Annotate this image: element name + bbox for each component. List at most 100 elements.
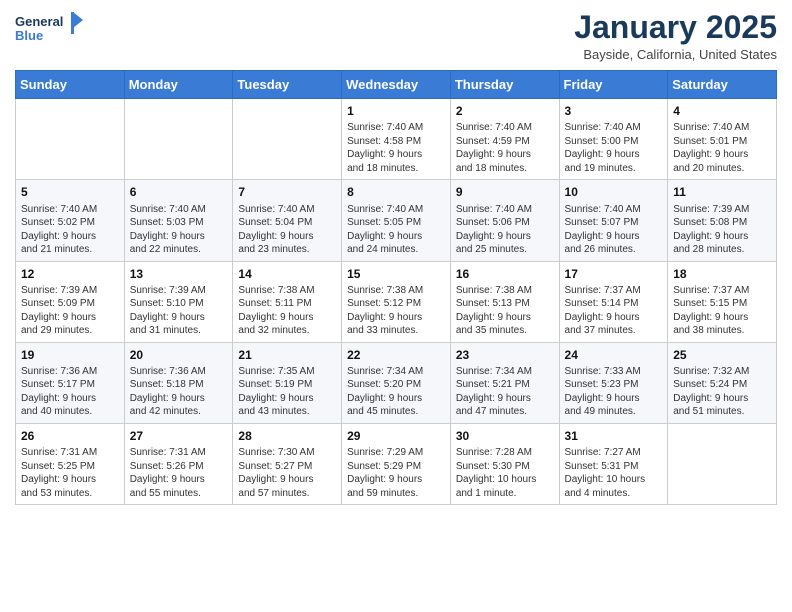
day-info: Sunrise: 7:34 AM Sunset: 5:21 PM Dayligh… <box>456 365 554 419</box>
week-row-2: 5Sunrise: 7:40 AM Sunset: 5:02 PM Daylig… <box>16 180 777 261</box>
week-row-4: 19Sunrise: 7:36 AM Sunset: 5:17 PM Dayli… <box>16 342 777 423</box>
day-info: Sunrise: 7:40 AM Sunset: 5:03 PM Dayligh… <box>130 203 228 257</box>
calendar-cell: 12 Sunrise: 7:39 AM Sunset: 5:09 PM Dayli… <box>16 261 125 342</box>
day-number: 5 <box>21 184 119 200</box>
day-number: 14 <box>238 266 336 282</box>
day-number: 11 <box>673 184 771 200</box>
day-number: 9 <box>456 184 554 200</box>
calendar-cell: 13Sunrise: 7:39 AM Sunset: 5:10 PM Dayli… <box>124 261 233 342</box>
calendar-cell: 1 Sunrise: 7:40 AM Sunset: 4:58 PM Daylig… <box>342 99 451 180</box>
calendar-cell: 9 Sunrise: 7:40 AM Sunset: 5:06 PM Daylig… <box>450 180 559 261</box>
day-number: 6 <box>130 184 228 200</box>
calendar-cell: 8Sunrise: 7:40 AM Sunset: 5:05 PM Daylig… <box>342 180 451 261</box>
day-info: Sunrise: 7:30 AM Sunset: 5:27 PM Dayligh… <box>238 446 336 500</box>
calendar-cell: 3Sunrise: 7:40 AM Sunset: 5:00 PM Daylig… <box>559 99 668 180</box>
weekday-header-thursday: Thursday <box>450 71 559 99</box>
calendar-cell: 6 Sunrise: 7:40 AM Sunset: 5:03 PM Daylig… <box>124 180 233 261</box>
day-info: Sunrise: 7:28 AM Sunset: 5:30 PM Dayligh… <box>456 446 554 500</box>
svg-text:General: General <box>15 14 63 29</box>
day-info: Sunrise: 7:38 AM Sunset: 5:13 PM Dayligh… <box>456 284 554 338</box>
page: General Blue January 2025 Bayside, Calif… <box>0 0 792 612</box>
calendar-cell: 17Sunrise: 7:37 AM Sunset: 5:14 PM Dayli… <box>559 261 668 342</box>
day-number: 30 <box>456 428 554 444</box>
calendar-cell: 25 Sunrise: 7:32 AM Sunset: 5:24 PM Dayli… <box>668 342 777 423</box>
calendar-cell <box>124 99 233 180</box>
weekday-header-sunday: Sunday <box>16 71 125 99</box>
day-info: Sunrise: 7:37 AM Sunset: 5:15 PM Dayligh… <box>673 284 771 338</box>
calendar-cell: 23 Sunrise: 7:34 AM Sunset: 5:21 PM Dayli… <box>450 342 559 423</box>
calendar-cell: 21 Sunrise: 7:35 AM Sunset: 5:19 PM Dayli… <box>233 342 342 423</box>
day-number: 10 <box>565 184 663 200</box>
day-info: Sunrise: 7:37 AM Sunset: 5:14 PM Dayligh… <box>565 284 663 338</box>
day-info: Sunrise: 7:33 AM Sunset: 5:23 PM Dayligh… <box>565 365 663 419</box>
weekday-header-friday: Friday <box>559 71 668 99</box>
week-row-1: 1 Sunrise: 7:40 AM Sunset: 4:58 PM Daylig… <box>16 99 777 180</box>
calendar-cell: 7 Sunrise: 7:40 AM Sunset: 5:04 PM Daylig… <box>233 180 342 261</box>
day-number: 20 <box>130 347 228 363</box>
day-info: Sunrise: 7:27 AM Sunset: 5:31 PM Dayligh… <box>565 446 663 500</box>
day-number: 23 <box>456 347 554 363</box>
calendar-cell: 5Sunrise: 7:40 AM Sunset: 5:02 PM Daylig… <box>16 180 125 261</box>
day-number: 22 <box>347 347 445 363</box>
day-info: Sunrise: 7:40 AM Sunset: 5:06 PM Dayligh… <box>456 203 554 257</box>
calendar-cell <box>233 99 342 180</box>
logo: General Blue <box>15 10 85 46</box>
weekday-header-saturday: Saturday <box>668 71 777 99</box>
calendar-cell: 26 Sunrise: 7:31 AM Sunset: 5:25 PM Dayli… <box>16 423 125 504</box>
day-number: 26 <box>21 428 119 444</box>
calendar-cell: 22 Sunrise: 7:34 AM Sunset: 5:20 PM Dayli… <box>342 342 451 423</box>
day-info: Sunrise: 7:31 AM Sunset: 5:26 PM Dayligh… <box>130 446 228 500</box>
day-number: 21 <box>238 347 336 363</box>
calendar-cell: 10 Sunrise: 7:40 AM Sunset: 5:07 PM Dayli… <box>559 180 668 261</box>
calendar-cell: 4Sunrise: 7:40 AM Sunset: 5:01 PM Daylig… <box>668 99 777 180</box>
day-info: Sunrise: 7:32 AM Sunset: 5:24 PM Dayligh… <box>673 365 771 419</box>
header: General Blue January 2025 Bayside, Calif… <box>15 10 777 62</box>
calendar-cell: 2Sunrise: 7:40 AM Sunset: 4:59 PM Daylig… <box>450 99 559 180</box>
day-number: 4 <box>673 103 771 119</box>
day-number: 16 <box>456 266 554 282</box>
calendar-cell: 14Sunrise: 7:38 AM Sunset: 5:11 PM Dayli… <box>233 261 342 342</box>
calendar-cell: 20 Sunrise: 7:36 AM Sunset: 5:18 PM Dayli… <box>124 342 233 423</box>
day-info: Sunrise: 7:29 AM Sunset: 5:29 PM Dayligh… <box>347 446 445 500</box>
day-number: 25 <box>673 347 771 363</box>
day-info: Sunrise: 7:34 AM Sunset: 5:20 PM Dayligh… <box>347 365 445 419</box>
calendar-cell: 28 Sunrise: 7:30 AM Sunset: 5:27 PM Dayli… <box>233 423 342 504</box>
day-info: Sunrise: 7:31 AM Sunset: 5:25 PM Dayligh… <box>21 446 119 500</box>
calendar-cell: 24 Sunrise: 7:33 AM Sunset: 5:23 PM Dayli… <box>559 342 668 423</box>
week-row-3: 12 Sunrise: 7:39 AM Sunset: 5:09 PM Dayli… <box>16 261 777 342</box>
day-number: 31 <box>565 428 663 444</box>
day-info: Sunrise: 7:40 AM Sunset: 5:04 PM Dayligh… <box>238 203 336 257</box>
day-number: 8 <box>347 184 445 200</box>
calendar-cell: 27Sunrise: 7:31 AM Sunset: 5:26 PM Dayli… <box>124 423 233 504</box>
title-block: January 2025 Bayside, California, United… <box>574 10 777 62</box>
day-number: 24 <box>565 347 663 363</box>
weekday-header-monday: Monday <box>124 71 233 99</box>
day-number: 15 <box>347 266 445 282</box>
calendar-cell: 30 Sunrise: 7:28 AM Sunset: 5:30 PM Dayli… <box>450 423 559 504</box>
calendar-cell: 18 Sunrise: 7:37 AM Sunset: 5:15 PM Dayli… <box>668 261 777 342</box>
day-number: 29 <box>347 428 445 444</box>
day-info: Sunrise: 7:40 AM Sunset: 5:07 PM Dayligh… <box>565 203 663 257</box>
day-number: 28 <box>238 428 336 444</box>
day-number: 19 <box>21 347 119 363</box>
day-info: Sunrise: 7:38 AM Sunset: 5:12 PM Dayligh… <box>347 284 445 338</box>
week-row-5: 26 Sunrise: 7:31 AM Sunset: 5:25 PM Dayli… <box>16 423 777 504</box>
day-info: Sunrise: 7:39 AM Sunset: 5:10 PM Dayligh… <box>130 284 228 338</box>
day-info: Sunrise: 7:40 AM Sunset: 4:58 PM Dayligh… <box>347 121 445 175</box>
calendar-cell: 19Sunrise: 7:36 AM Sunset: 5:17 PM Dayli… <box>16 342 125 423</box>
month-title: January 2025 <box>574 10 777 45</box>
day-number: 12 <box>21 266 119 282</box>
day-number: 18 <box>673 266 771 282</box>
calendar: SundayMondayTuesdayWednesdayThursdayFrid… <box>15 70 777 505</box>
calendar-cell: 11Sunrise: 7:39 AM Sunset: 5:08 PM Dayli… <box>668 180 777 261</box>
day-info: Sunrise: 7:39 AM Sunset: 5:09 PM Dayligh… <box>21 284 119 338</box>
day-number: 1 <box>347 103 445 119</box>
day-info: Sunrise: 7:35 AM Sunset: 5:19 PM Dayligh… <box>238 365 336 419</box>
day-info: Sunrise: 7:36 AM Sunset: 5:18 PM Dayligh… <box>130 365 228 419</box>
calendar-cell: 31 Sunrise: 7:27 AM Sunset: 5:31 PM Dayli… <box>559 423 668 504</box>
weekday-header-row: SundayMondayTuesdayWednesdayThursdayFrid… <box>16 71 777 99</box>
day-number: 7 <box>238 184 336 200</box>
location: Bayside, California, United States <box>574 47 777 62</box>
svg-text:Blue: Blue <box>15 28 43 43</box>
logo-svg: General Blue <box>15 10 85 46</box>
